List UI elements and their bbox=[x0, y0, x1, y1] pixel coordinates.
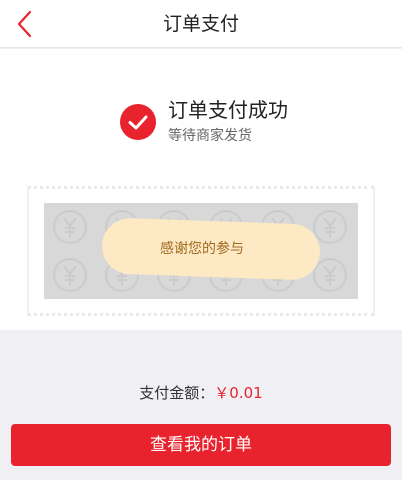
scratch-ticket: 感谢您的参与 bbox=[27, 186, 375, 316]
scratch-result-text: 感谢您的参与 bbox=[160, 241, 244, 257]
scratch-card[interactable]: 感谢您的参与 bbox=[44, 203, 358, 299]
payment-status: 订单支付成功 等待商家发货 bbox=[120, 94, 360, 154]
status-title: 订单支付成功 bbox=[168, 98, 288, 122]
view-orders-button[interactable]: 查看我的订单 bbox=[11, 424, 391, 466]
payment-result-panel: 订单支付成功 等待商家发货 感谢您的参与 bbox=[0, 49, 402, 330]
payment-amount-row: 支付金额：￥0.01 bbox=[0, 382, 402, 403]
amount-value: ￥0.01 bbox=[214, 384, 263, 402]
page-title: 订单支付 bbox=[162, 13, 239, 35]
amount-label: 支付金额： bbox=[139, 384, 215, 402]
check-circle-icon bbox=[120, 104, 156, 140]
top-nav-bar: 订单支付 bbox=[0, 0, 402, 48]
status-subtitle: 等待商家发货 bbox=[168, 128, 252, 144]
